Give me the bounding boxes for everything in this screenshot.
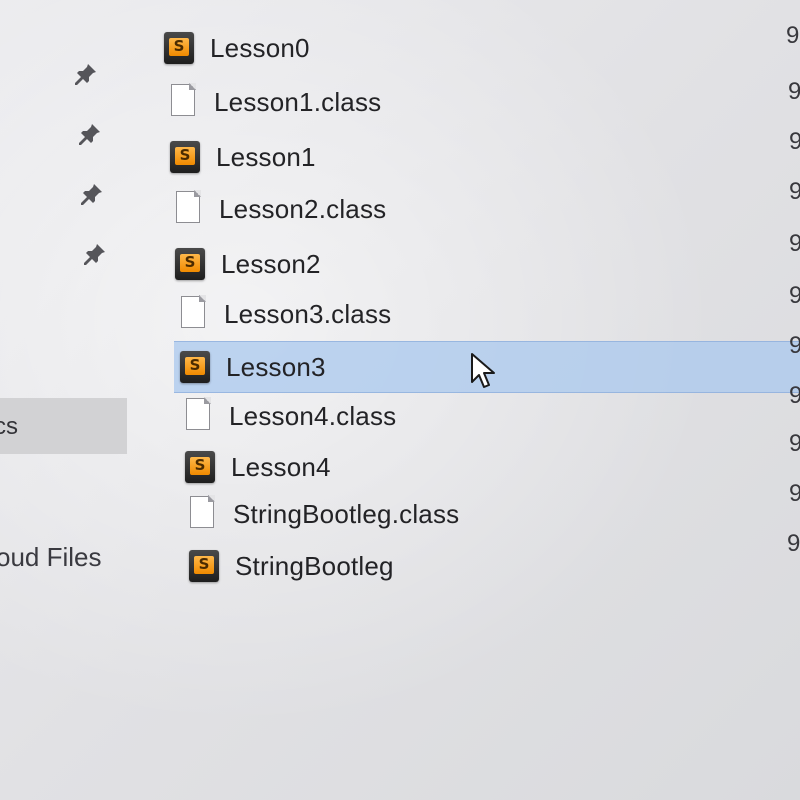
file-name: Lesson1 <box>216 141 316 172</box>
blank-document-icon <box>178 295 208 332</box>
list-item[interactable]: Lesson4.class <box>183 392 800 440</box>
list-item[interactable]: Lesson1.class <box>168 78 800 126</box>
list-item[interactable]: StringBootleg.class <box>187 490 800 538</box>
list-item[interactable]: Lesson2 <box>175 240 800 288</box>
date-modified-cell: 9 <box>789 382 800 409</box>
date-modified-cell: 9 <box>789 430 800 457</box>
file-name: Lesson3.class <box>224 298 392 329</box>
blank-document-icon <box>173 190 203 227</box>
date-modified-cell: 9 <box>789 230 800 257</box>
list-item[interactable]: Lesson4 <box>185 443 800 491</box>
list-item[interactable]: Lesson2.class <box>173 185 800 233</box>
date-modified-cell: 9 <box>789 178 800 205</box>
file-name: Lesson2.class <box>219 193 387 224</box>
file-name: Lesson3 <box>226 351 326 382</box>
date-modified-cell: 9 <box>789 128 800 155</box>
date-modified-cell: 9 <box>789 480 800 507</box>
blank-document-icon <box>168 83 198 120</box>
file-name: StringBootleg <box>235 550 394 581</box>
date-modified-cell: 9 <box>788 78 800 105</box>
sublime-text-file-icon <box>164 30 194 66</box>
list-item[interactable]: StringBootleg <box>189 542 800 590</box>
file-list: Lesson0 Lesson1.class Lesson1 Lesson2.cl… <box>0 0 800 800</box>
date-modified-cell: 9 <box>787 530 800 557</box>
sublime-text-file-icon <box>189 548 219 584</box>
blank-document-icon <box>187 495 217 532</box>
list-item[interactable]: Lesson1 <box>170 133 800 181</box>
file-name: Lesson4.class <box>229 400 397 431</box>
list-item[interactable]: Lesson3.class <box>178 290 800 338</box>
file-name: Lesson4 <box>231 451 331 482</box>
list-item[interactable]: Lesson0 <box>164 24 800 72</box>
sublime-text-file-icon <box>180 349 210 385</box>
mouse-pointer-icon <box>470 352 498 392</box>
file-name: Lesson0 <box>210 32 310 63</box>
date-modified-cell: 9 <box>786 22 800 49</box>
sublime-text-file-icon <box>185 449 215 485</box>
file-name: StringBootleg.class <box>233 498 460 529</box>
blank-document-icon <box>183 397 213 434</box>
file-explorer-window: cs oud Files Lesson0 Lesson1.class Lesso… <box>0 0 800 800</box>
file-name: Lesson1.class <box>214 86 382 117</box>
date-modified-cell: 9 <box>789 332 800 359</box>
date-modified-cell: 9 <box>789 282 800 309</box>
sublime-text-file-icon <box>170 139 200 175</box>
sublime-text-file-icon <box>175 246 205 282</box>
file-name: Lesson2 <box>221 248 321 279</box>
